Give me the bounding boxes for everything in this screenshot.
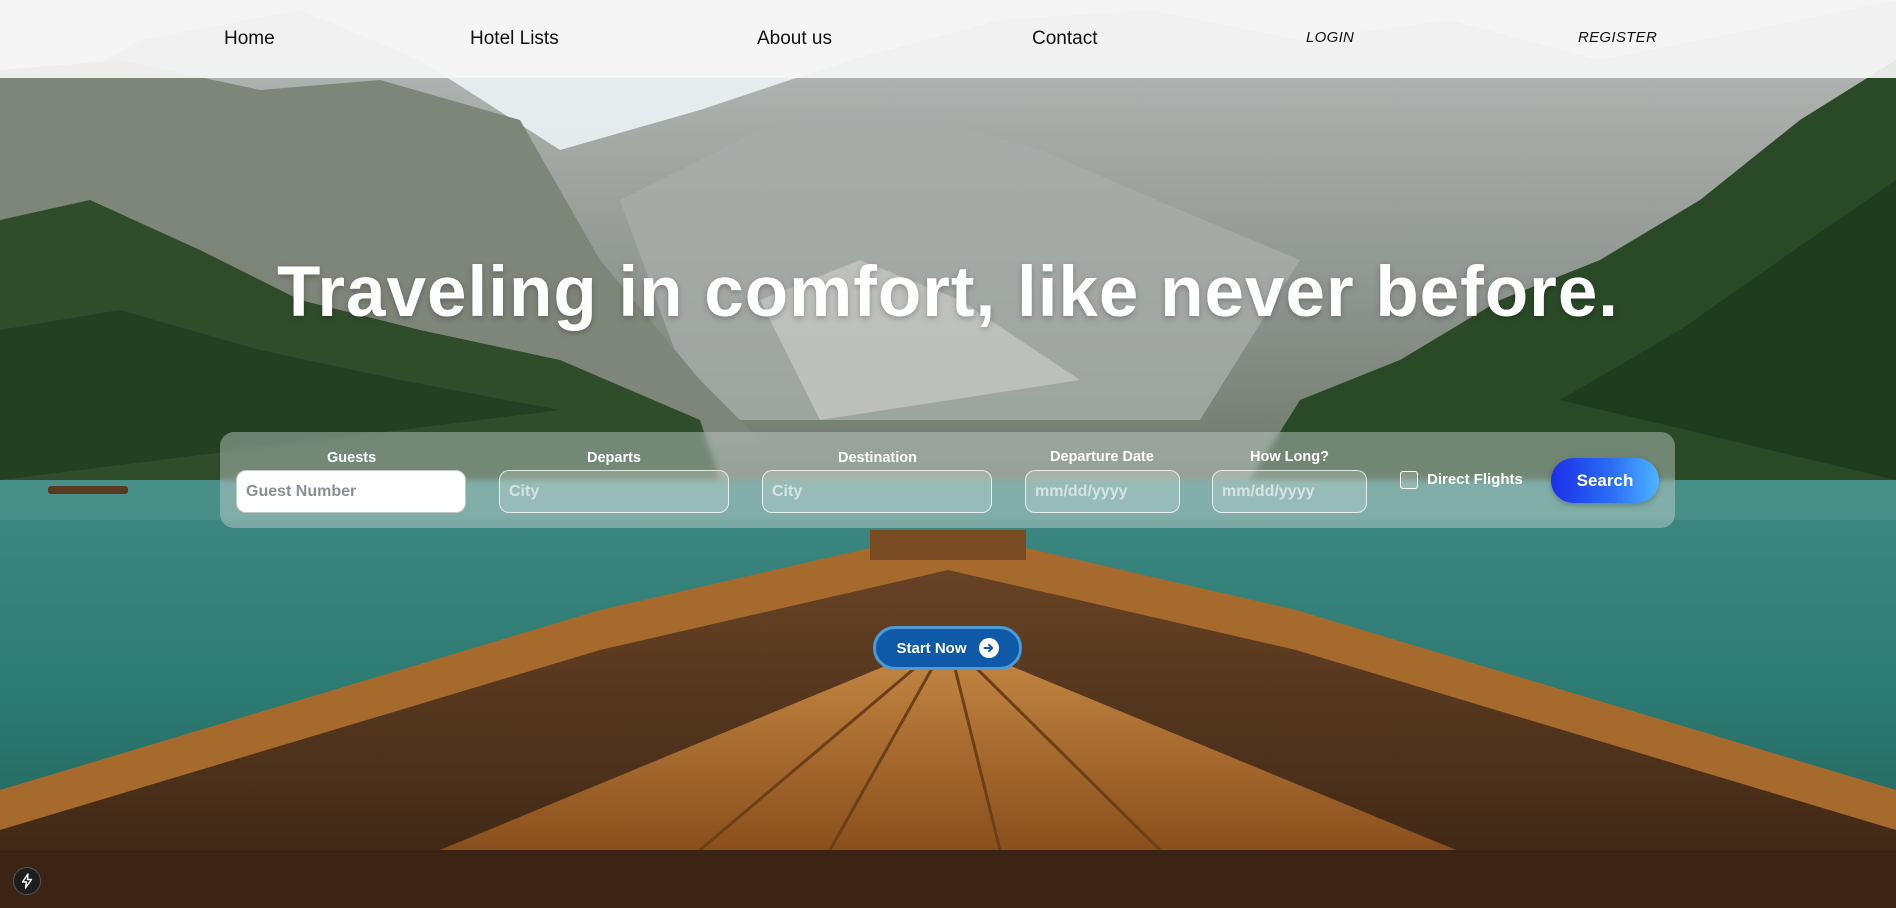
direct-flights-label: Direct Flights: [1427, 471, 1523, 488]
nav-contact-link[interactable]: Contact: [1032, 28, 1097, 50]
search-button[interactable]: Search: [1551, 458, 1659, 503]
nav-hotel-lists-link[interactable]: Hotel Lists: [470, 28, 559, 50]
guest-number-input[interactable]: [236, 470, 466, 513]
lightning-bolt-icon[interactable]: [13, 867, 41, 895]
direct-flights-checkbox[interactable]: [1400, 471, 1418, 489]
hero-headline: Traveling in comfort, like never before.: [276, 253, 1620, 332]
departs-label: Departs: [587, 450, 641, 466]
top-navbar: Home Hotel Lists About us Contact LOGIN …: [0, 0, 1896, 78]
start-now-button[interactable]: Start Now: [873, 626, 1022, 670]
nav-about-us-link[interactable]: About us: [757, 28, 832, 50]
destination-label: Destination: [838, 450, 917, 466]
departure-date-label: Departure Date: [1050, 449, 1154, 465]
how-long-label: How Long?: [1250, 449, 1329, 465]
arrow-right-circle-icon: [978, 638, 999, 658]
how-long-date-input[interactable]: [1212, 470, 1367, 513]
departs-city-input[interactable]: [499, 470, 729, 513]
nav-home-link[interactable]: Home: [224, 28, 275, 50]
register-link[interactable]: REGISTER: [1578, 29, 1657, 46]
start-now-label: Start Now: [896, 639, 967, 657]
login-link[interactable]: LOGIN: [1306, 29, 1354, 46]
destination-city-input[interactable]: [762, 470, 992, 513]
departure-date-input[interactable]: [1025, 470, 1180, 513]
guests-label: Guests: [327, 450, 377, 466]
